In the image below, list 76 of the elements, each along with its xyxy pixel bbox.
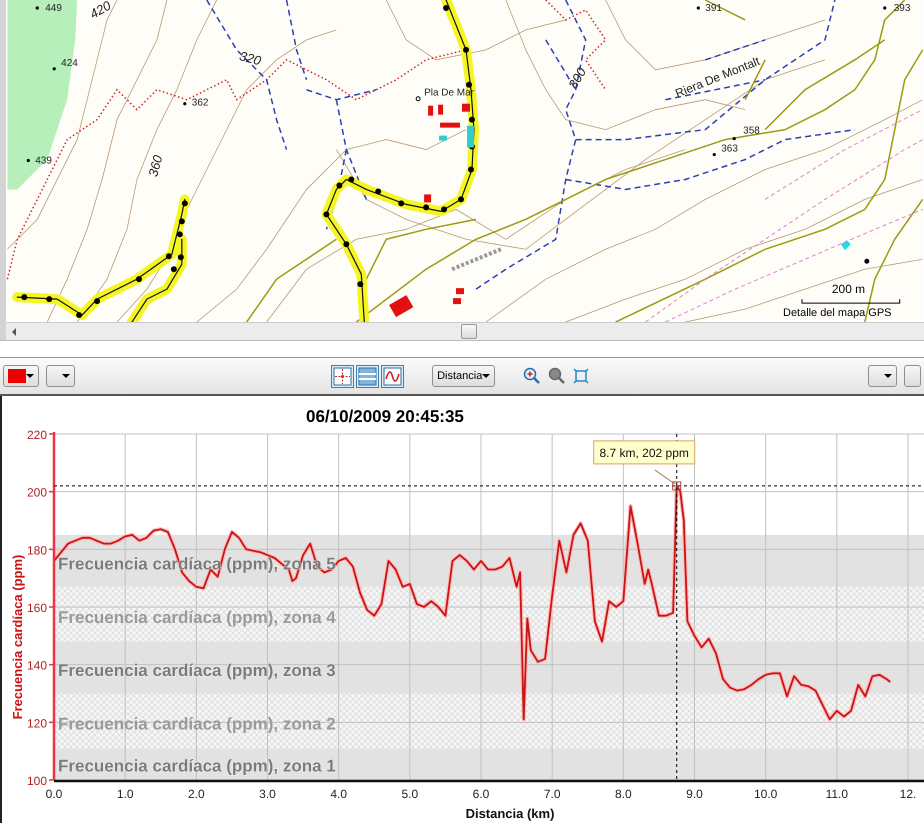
x-tick-label: 5.0 xyxy=(402,787,418,801)
caret-icon xyxy=(62,374,70,378)
y-tick-label: 220 xyxy=(26,428,47,442)
y-tick-label: 200 xyxy=(26,486,47,500)
wave-icon xyxy=(383,366,402,386)
map-point-icon xyxy=(416,96,421,102)
bands-icon xyxy=(358,366,378,386)
dropdown-button[interactable] xyxy=(46,365,76,387)
scale-label: 200 m xyxy=(832,282,866,296)
color-picker-button[interactable] xyxy=(3,365,39,387)
y-axis-title: Frecuencia cardíaca (ppm) xyxy=(10,554,25,720)
line-toggle[interactable] xyxy=(381,364,404,388)
y-tick-label: 160 xyxy=(26,601,47,615)
x-tick-label: 10.0 xyxy=(754,787,778,801)
y-tick-label: 120 xyxy=(26,716,47,730)
zoom-out-icon xyxy=(548,367,566,385)
y-tick-label: 140 xyxy=(26,658,47,673)
crosshair-marker-icon xyxy=(672,481,682,490)
y-tick-label: 180 xyxy=(26,543,47,558)
caret-icon xyxy=(482,374,490,378)
map-label: 360 xyxy=(145,153,166,178)
chart-title: 06/10/2009 20:45:35 xyxy=(306,407,464,426)
elevation-point-icon xyxy=(52,67,56,70)
map-point-icon xyxy=(864,258,870,264)
map-label: 362 xyxy=(192,98,208,109)
x-tick-label: 8.0 xyxy=(615,787,632,801)
x-tick-label: 0.0 xyxy=(46,787,62,801)
zoom-in-icon xyxy=(523,367,542,385)
y-tick-label: 100 xyxy=(26,774,47,788)
fit-frame-icon xyxy=(573,368,590,384)
dropdown-button[interactable] xyxy=(868,365,898,387)
map-label: 449 xyxy=(45,2,62,14)
caret-icon xyxy=(884,374,892,378)
zone-label: Frecuencia cardíaca (ppm), zona 3 xyxy=(58,661,336,680)
x-tick-label: 3.0 xyxy=(259,787,276,801)
x-tick-label: 6.0 xyxy=(472,787,490,801)
x-axis-title: Distancia (km) xyxy=(466,806,554,821)
x-tick-label: 1.0 xyxy=(116,787,134,801)
crosshair-toggle[interactable] xyxy=(331,364,354,388)
elevation-point-icon xyxy=(183,102,186,106)
map-label: 420 xyxy=(87,0,114,22)
elevation-point-icon xyxy=(36,6,39,10)
elevation-point-icon xyxy=(883,6,886,10)
leader-line xyxy=(654,469,676,484)
map-label: 439 xyxy=(35,156,52,167)
scrollbar-thumb[interactable] xyxy=(461,324,477,340)
x-tick-label: 2.0 xyxy=(188,787,205,801)
axis-dropdown[interactable]: Distancia xyxy=(432,365,496,387)
x-tick-label: 4.0 xyxy=(330,787,347,801)
horizontal-scrollbar[interactable] xyxy=(6,322,924,340)
map-label: 424 xyxy=(61,58,78,69)
tooltip: 8.7 km, 202 ppm xyxy=(593,440,696,464)
map-label: 363 xyxy=(721,144,738,155)
x-tick-label: 11.0 xyxy=(826,787,848,801)
x-tick-label: 12. xyxy=(900,787,916,801)
zone-label: Frecuencia cardíaca (ppm), zona 4 xyxy=(58,608,336,627)
crosshair-icon xyxy=(333,366,352,386)
toolbar-button[interactable] xyxy=(904,365,921,387)
map-label: 300 xyxy=(565,65,590,92)
zone-label: Frecuencia cardíaca (ppm), zona 2 xyxy=(58,714,336,734)
x-tick-label: 7.0 xyxy=(544,787,560,801)
bands-toggle[interactable] xyxy=(356,364,380,388)
splitter-bar[interactable] xyxy=(0,340,924,358)
elevation-point-icon xyxy=(696,6,700,10)
map-label: 320 xyxy=(238,48,263,68)
map-caption: Detalle del mapa GPS xyxy=(783,307,892,320)
annotation: 8.7 km, 202 ppm xyxy=(600,446,689,460)
x-tick-label: 9.0 xyxy=(686,787,703,801)
elevation-point-icon xyxy=(26,158,30,162)
caret-icon xyxy=(26,374,34,378)
map-label: 358 xyxy=(743,126,760,137)
scroll-left-icon[interactable] xyxy=(10,328,18,336)
zone-label: Frecuencia cardíaca (ppm), zona 1 xyxy=(58,756,336,776)
elevation-point-icon xyxy=(732,137,736,140)
map-label: 391 xyxy=(705,2,722,14)
elevation-point-icon xyxy=(712,152,716,156)
